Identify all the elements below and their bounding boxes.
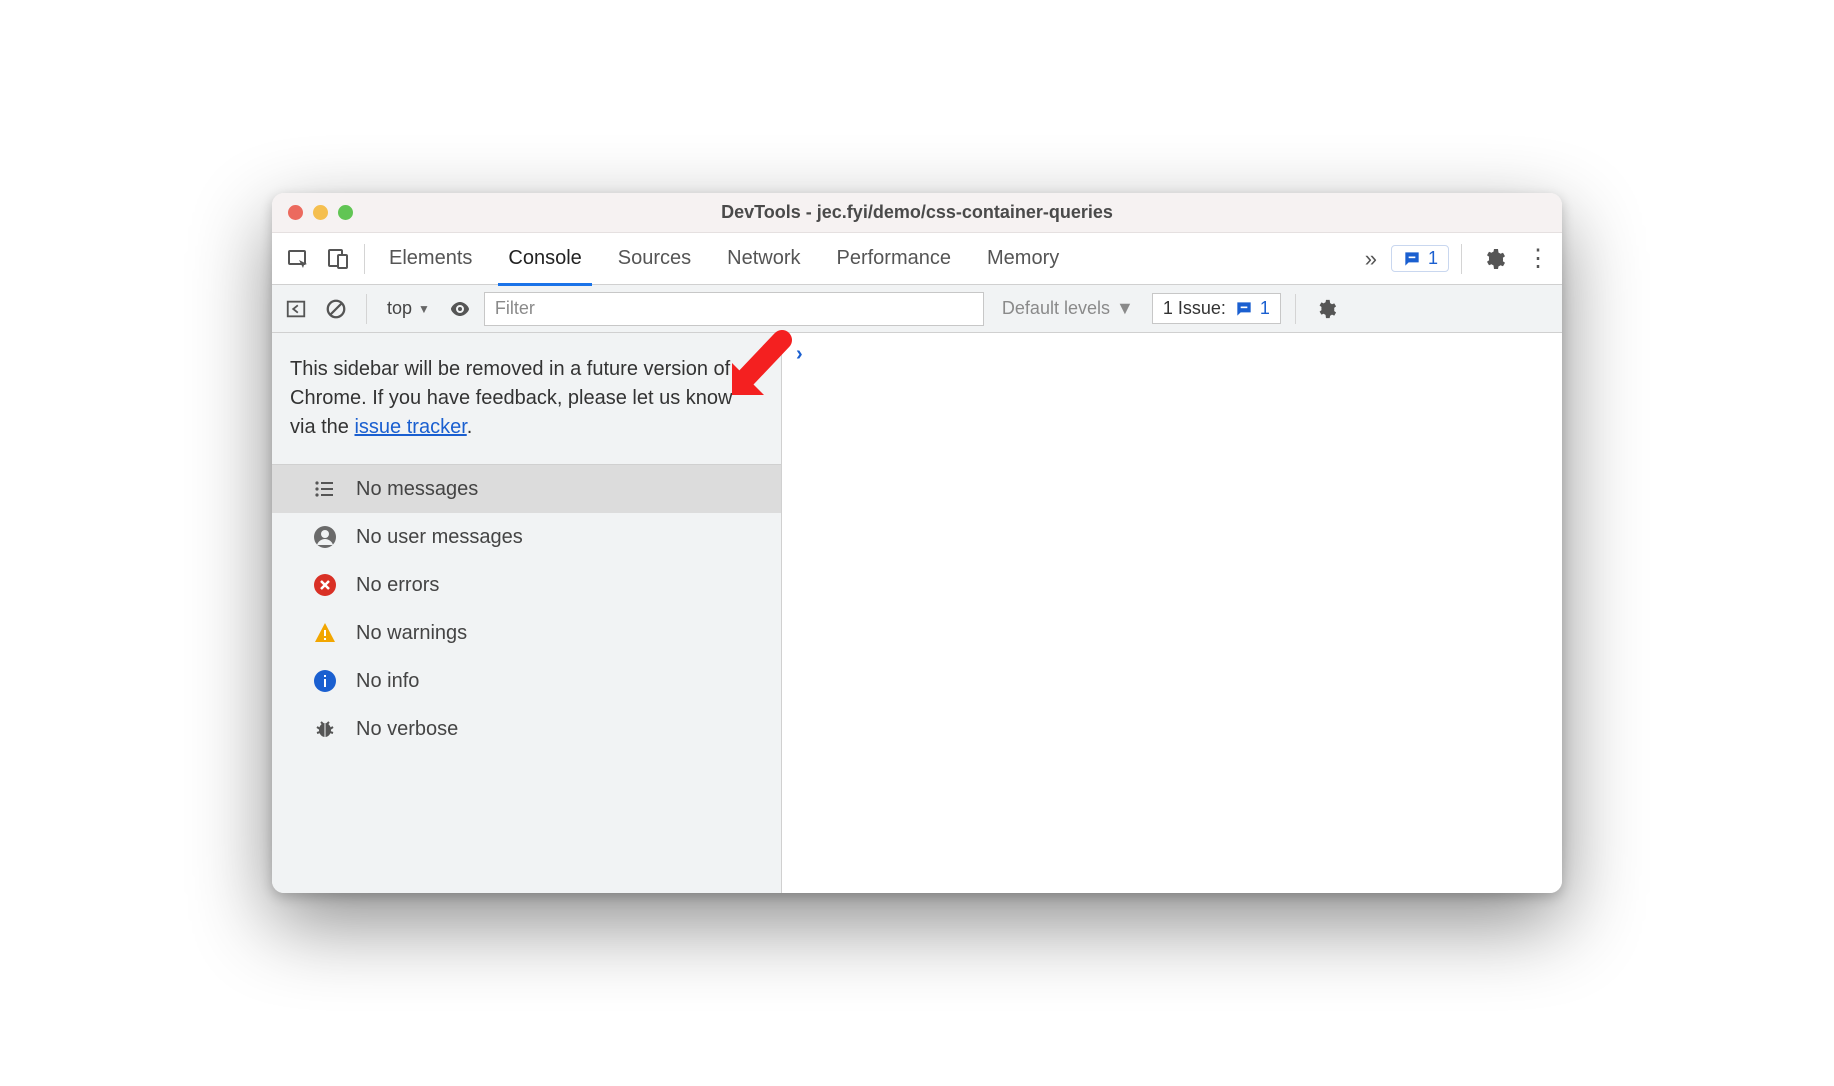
category-messages[interactable]: No messages (272, 465, 781, 513)
window-controls (272, 205, 353, 220)
console-toolbar: top ▼ Default levels ▼ 1 Issue: 1 (272, 285, 1562, 333)
list-icon (312, 476, 338, 502)
tab-memory[interactable]: Memory (969, 233, 1077, 285)
category-label: No errors (356, 574, 439, 597)
filter-field[interactable] (495, 298, 973, 319)
main-area: This sidebar will be removed in a future… (272, 333, 1562, 893)
dropdown-icon: ▼ (1116, 298, 1134, 319)
tab-performance[interactable]: Performance (819, 233, 970, 285)
category-errors[interactable]: No errors (272, 561, 781, 609)
category-warnings[interactable]: No warnings (272, 609, 781, 657)
titlebar: DevTools - jec.fyi/demo/css-container-qu… (272, 193, 1562, 233)
minimize-icon[interactable] (313, 205, 328, 220)
category-label: No info (356, 670, 419, 693)
deprecation-notice: This sidebar will be removed in a future… (272, 333, 781, 465)
tab-network[interactable]: Network (709, 233, 818, 285)
prompt-icon: › (796, 343, 803, 365)
tab-sources[interactable]: Sources (600, 233, 709, 285)
category-label: No user messages (356, 526, 523, 549)
issue-tracker-link[interactable]: issue tracker (354, 416, 466, 438)
dropdown-icon: ▼ (418, 302, 430, 316)
zoom-icon[interactable] (338, 205, 353, 220)
toggle-sidebar-icon[interactable] (280, 293, 312, 325)
issues-label: 1 Issue: (1163, 298, 1226, 319)
category-label: No warnings (356, 622, 467, 645)
log-levels-selector[interactable]: Default levels ▼ (992, 298, 1144, 319)
clear-console-icon[interactable] (320, 293, 352, 325)
notice-text-end: . (467, 416, 473, 438)
category-verbose[interactable]: No verbose (272, 705, 781, 753)
issues-badge[interactable]: 1 (1391, 245, 1449, 272)
window-title: DevTools - jec.fyi/demo/css-container-qu… (272, 202, 1562, 223)
more-tabs-icon[interactable]: » (1357, 246, 1385, 272)
devtools-window: DevTools - jec.fyi/demo/css-container-qu… (272, 193, 1562, 893)
issues-count: 1 (1428, 248, 1438, 269)
divider (364, 244, 365, 274)
filter-input[interactable] (484, 292, 984, 326)
console-sidebar: This sidebar will be removed in a future… (272, 333, 782, 893)
live-expression-icon[interactable] (444, 293, 476, 325)
issues-count: 1 (1260, 298, 1270, 319)
category-user-messages[interactable]: No user messages (272, 513, 781, 561)
divider (1295, 294, 1296, 324)
category-list: No messages No user messages No errors (272, 465, 781, 753)
inspect-icon[interactable] (278, 239, 318, 279)
category-label: No messages (356, 478, 478, 501)
info-icon (312, 668, 338, 694)
close-icon[interactable] (288, 205, 303, 220)
user-icon (312, 524, 338, 550)
tab-console[interactable]: Console (490, 233, 599, 285)
issues-box[interactable]: 1 Issue: 1 (1152, 293, 1281, 324)
error-icon (312, 572, 338, 598)
tabs-bar: Elements Console Sources Network Perform… (272, 233, 1562, 285)
tabs: Elements Console Sources Network Perform… (371, 233, 1077, 285)
console-settings-icon[interactable] (1310, 293, 1342, 325)
category-info[interactable]: No info (272, 657, 781, 705)
tab-elements[interactable]: Elements (371, 233, 490, 285)
context-label: top (387, 298, 412, 319)
settings-icon[interactable] (1474, 239, 1514, 279)
levels-label: Default levels (1002, 298, 1110, 319)
menu-icon[interactable]: ⋮ (1520, 244, 1556, 273)
category-label: No verbose (356, 718, 458, 741)
divider (366, 294, 367, 324)
context-selector[interactable]: top ▼ (381, 298, 436, 319)
divider (1461, 244, 1462, 274)
warning-icon (312, 620, 338, 646)
device-toggle-icon[interactable] (318, 239, 358, 279)
bug-icon (312, 716, 338, 742)
console-output[interactable]: › (782, 333, 1562, 893)
